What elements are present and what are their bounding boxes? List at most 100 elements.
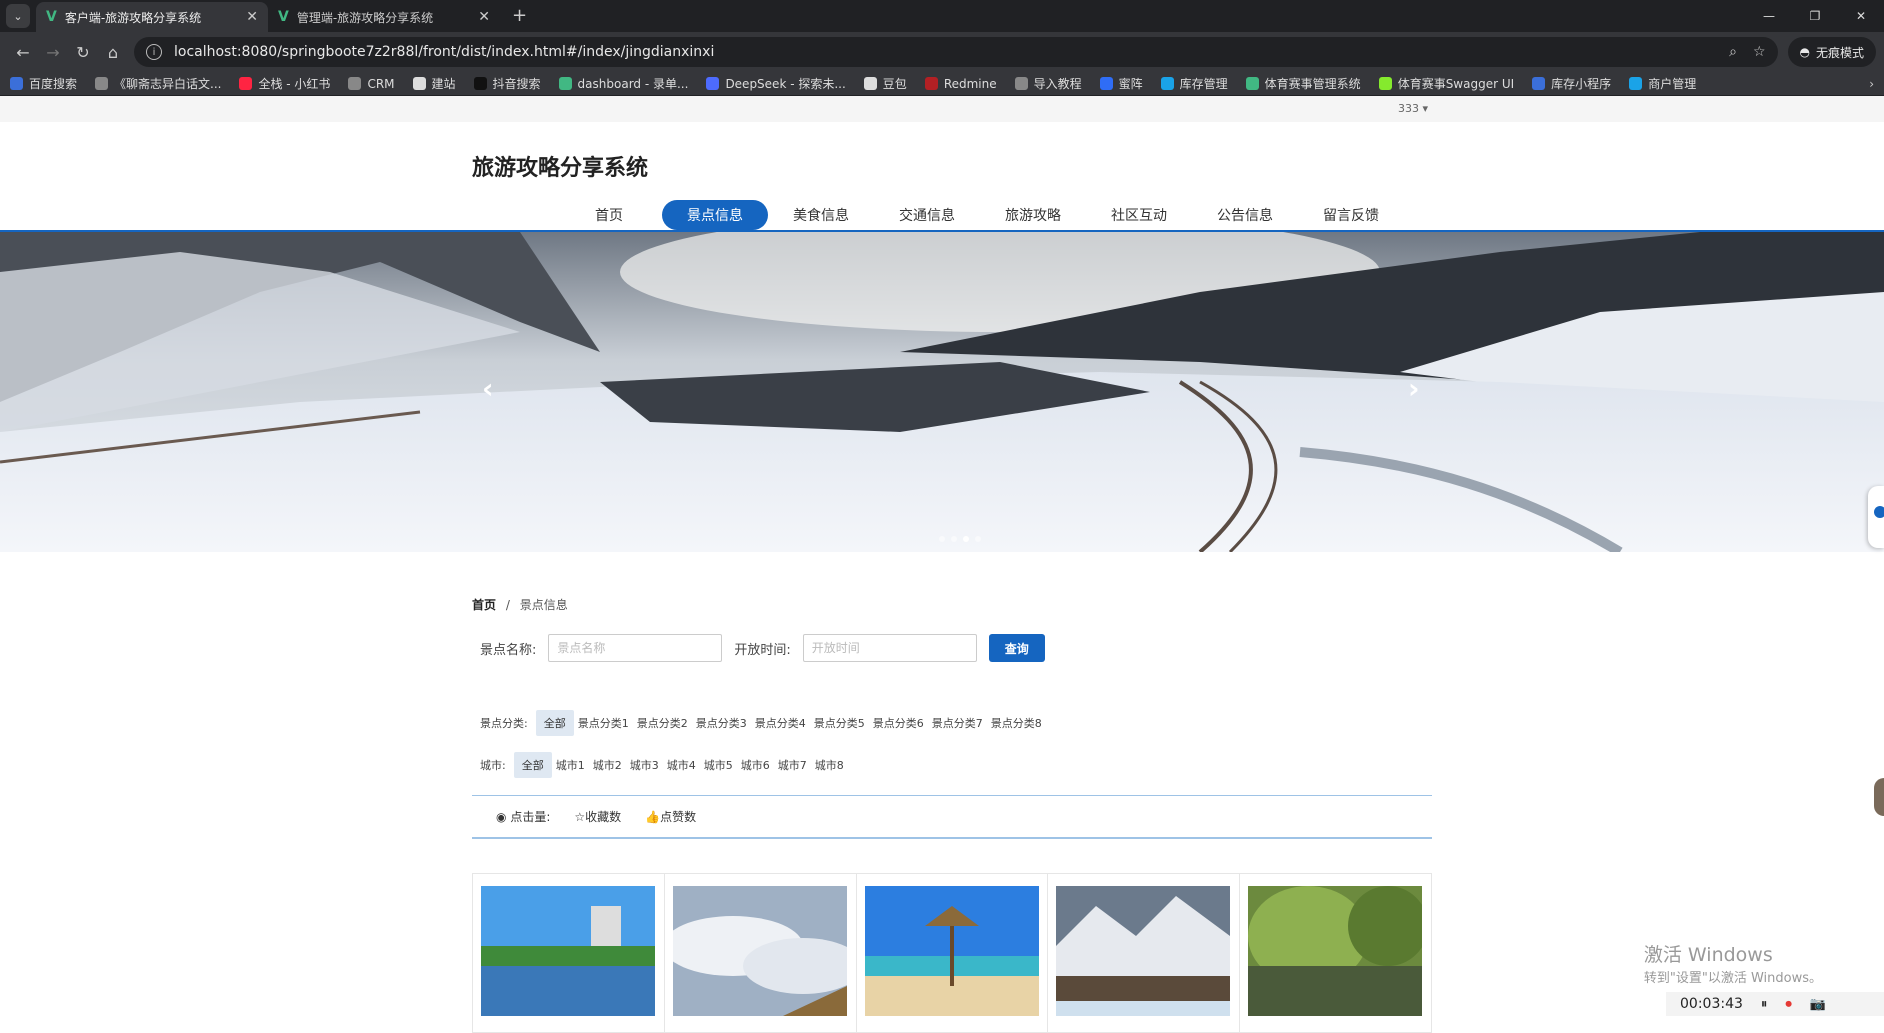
carousel-dot[interactable] <box>951 536 957 542</box>
attraction-card[interactable] <box>473 874 665 1032</box>
breadcrumb-home[interactable]: 首页 <box>472 598 496 612</box>
back-icon[interactable]: ← <box>8 37 38 67</box>
city-option[interactable]: 城市7 <box>774 753 811 777</box>
bookmark-favicon-icon <box>1629 77 1643 90</box>
attraction-card[interactable] <box>857 874 1049 1032</box>
attraction-image <box>481 886 655 1016</box>
nav-item[interactable]: 公告信息 <box>1192 200 1298 230</box>
carousel-dot[interactable] <box>963 536 969 542</box>
category-option[interactable]: 景点分类4 <box>751 711 810 735</box>
tab-search-icon[interactable]: ⌄ <box>6 4 30 28</box>
bookmark-item[interactable]: DeepSeek - 探索未... <box>706 75 846 92</box>
nav-item[interactable]: 交通信息 <box>874 200 980 230</box>
banner-image <box>0 232 1884 552</box>
open-time-input[interactable] <box>802 634 977 662</box>
nav-item[interactable]: 旅游攻略 <box>980 200 1086 230</box>
nav-item[interactable]: 景点信息 <box>662 200 768 230</box>
bookmark-item[interactable]: 导入教程 <box>1014 75 1082 92</box>
home-icon[interactable]: ⌂ <box>98 37 128 67</box>
new-tab-icon[interactable]: + <box>512 5 527 26</box>
city-option[interactable]: 全部 <box>513 752 552 778</box>
bookmarks-overflow-icon[interactable]: › <box>1869 77 1874 91</box>
city-option[interactable]: 城市1 <box>552 753 589 777</box>
user-menu[interactable]: 333 ▾ <box>1398 102 1428 115</box>
category-option[interactable]: 全部 <box>535 710 574 736</box>
sort-likes[interactable]: 👍点赞数 <box>645 808 696 825</box>
bookmark-item[interactable]: CRM <box>348 77 395 91</box>
close-window-icon[interactable]: ✕ <box>1838 0 1884 32</box>
reload-icon[interactable]: ↻ <box>68 37 98 67</box>
bookmark-item[interactable]: 《聊斋志异白话文... <box>95 75 221 92</box>
city-option[interactable]: 城市2 <box>589 753 626 777</box>
nav-item[interactable]: 美食信息 <box>768 200 874 230</box>
name-input[interactable] <box>548 634 723 662</box>
carousel-dot[interactable] <box>939 536 945 542</box>
bookmarks-bar: 百度搜索 《聊斋志异白话文... 全栈 - 小红书 CRM 建站 抖音搜索 dashboar… <box>0 72 1884 96</box>
category-option[interactable]: 景点分类7 <box>928 711 987 735</box>
top-strip: 333 ▾ <box>0 96 1884 122</box>
close-tab-icon[interactable]: ✕ <box>478 9 490 25</box>
bookmark-item[interactable]: 库存管理 <box>1160 75 1228 92</box>
carousel-dot[interactable] <box>975 536 981 542</box>
nav-item[interactable]: 首页 <box>556 200 662 230</box>
category-option[interactable]: 景点分类5 <box>810 711 869 735</box>
city-option[interactable]: 城市8 <box>811 753 848 777</box>
sort-clicks[interactable]: ◉ 点击量: <box>496 808 550 825</box>
bookmark-item[interactable]: 体育赛事管理系统 <box>1245 75 1361 92</box>
city-option[interactable]: 城市4 <box>663 753 700 777</box>
nav-item[interactable]: 社区互动 <box>1086 200 1192 230</box>
city-option[interactable]: 城市5 <box>700 753 737 777</box>
bookmark-label: 蜜阵 <box>1118 77 1143 91</box>
next-arrow-icon[interactable]: › <box>1408 372 1420 405</box>
tab-client[interactable]: V 客户端-旅游攻略分享系统 ✕ <box>36 2 268 32</box>
attraction-card[interactable] <box>662 874 863 1032</box>
bookmark-item[interactable]: 建站 <box>412 75 456 92</box>
category-option[interactable]: 景点分类3 <box>692 711 751 735</box>
search-button[interactable]: 查询 <box>988 634 1045 662</box>
bookmark-item[interactable]: 百度搜索 <box>10 75 77 92</box>
bookmark-item[interactable]: Redmine <box>924 77 997 91</box>
tab-admin[interactable]: V 管理端-旅游攻略分享系统 ✕ <box>268 2 500 32</box>
category-option[interactable]: 景点分类1 <box>574 711 633 735</box>
city-filter: 城市: 全部 城市1 城市2 城市3 城市4 城市5 城市6 城市7 城市8 <box>480 752 848 778</box>
vue-logo-icon: V <box>46 9 57 25</box>
bookmark-item[interactable]: 蜜阵 <box>1099 75 1143 92</box>
close-tab-icon[interactable]: ✕ <box>246 9 258 25</box>
stop-record-icon[interactable]: ⏺ <box>1785 997 1792 1012</box>
camera-icon[interactable]: 📷 <box>1810 997 1826 1012</box>
bookmark-item[interactable]: dashboard - 录单... <box>558 75 689 92</box>
bookmark-item[interactable]: 抖音搜索 <box>473 75 541 92</box>
incognito-badge[interactable]: ◓ 无痕模式 <box>1787 37 1876 67</box>
minimize-icon[interactable]: — <box>1746 0 1792 32</box>
bookmark-item[interactable]: 全栈 - 小红书 <box>239 75 330 92</box>
city-option[interactable]: 城市3 <box>626 753 663 777</box>
restore-icon[interactable]: ❐ <box>1792 0 1838 32</box>
attraction-image <box>1056 886 1231 1016</box>
bookmark-item[interactable]: 商户管理 <box>1629 75 1696 92</box>
bookmark-item[interactable]: 库存小程序 <box>1532 75 1611 92</box>
city-option[interactable]: 城市6 <box>737 753 774 777</box>
attraction-card[interactable] <box>1048 874 1241 1032</box>
attraction-card[interactable] <box>1240 874 1431 1032</box>
bookmark-star-icon[interactable]: ☆ <box>1753 44 1766 60</box>
bookmark-label: dashboard - 录单... <box>577 77 689 91</box>
bookmark-item[interactable]: 豆包 <box>863 75 907 92</box>
pause-icon[interactable]: ⏸ <box>1761 997 1768 1012</box>
bookmark-favicon-icon <box>1532 77 1546 90</box>
forward-icon[interactable]: → <box>38 37 68 67</box>
side-avatar[interactable] <box>1874 778 1884 816</box>
category-label: 景点分类: <box>480 717 528 730</box>
floating-side-widget[interactable] <box>1868 486 1884 548</box>
category-option[interactable]: 景点分类2 <box>633 711 692 735</box>
banner-carousel: ‹ › <box>0 232 1884 552</box>
category-option[interactable]: 景点分类6 <box>869 711 928 735</box>
nav-item[interactable]: 留言反馈 <box>1298 200 1404 230</box>
bookmark-label: 体育赛事管理系统 <box>1264 77 1361 91</box>
prev-arrow-icon[interactable]: ‹ <box>482 372 494 405</box>
sort-favorites[interactable]: ☆收藏数 <box>574 808 621 825</box>
category-option[interactable]: 景点分类8 <box>987 711 1046 735</box>
bookmark-item[interactable]: 体育赛事Swagger UI <box>1378 75 1514 92</box>
url-field[interactable]: i localhost:8080/springboote7z2r88l/fron… <box>134 37 1778 67</box>
site-info-icon[interactable]: i <box>146 44 162 60</box>
zoom-icon[interactable]: ⌕ <box>1729 44 1737 60</box>
